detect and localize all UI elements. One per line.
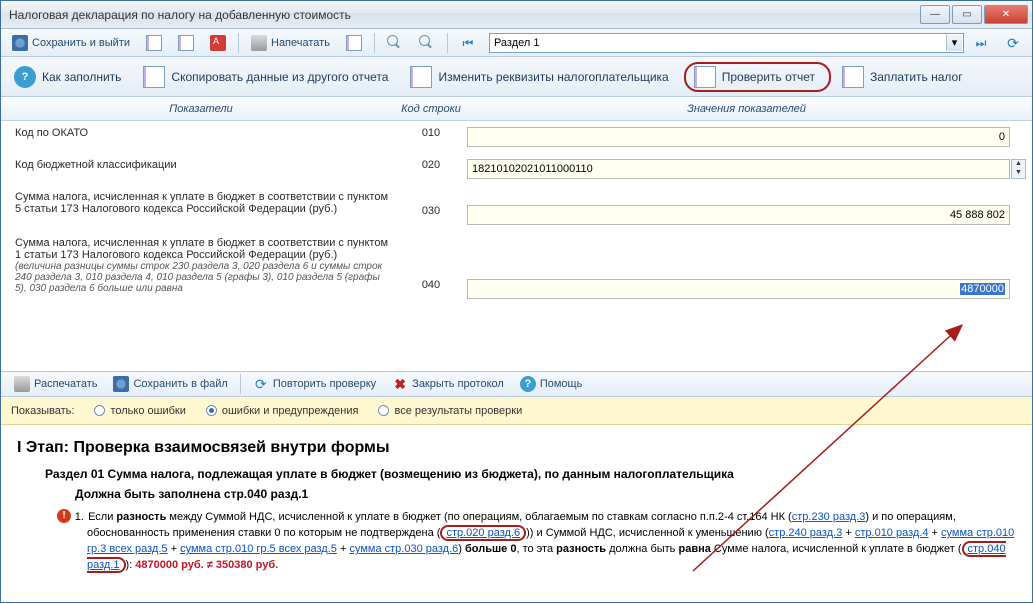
help-button[interactable]: ? Помощь	[513, 373, 590, 395]
value-input-020[interactable]: 18210102021011000110	[467, 159, 1010, 179]
copy-icon	[143, 66, 165, 88]
filter-label: Показывать:	[11, 405, 74, 417]
close-x-icon: ✖	[392, 376, 408, 392]
row-code: 010	[401, 127, 461, 147]
save-and-exit-button[interactable]: Сохранить и выйти	[5, 32, 137, 54]
row-code: 030	[401, 191, 461, 225]
indicator-label: Код бюджетной классификации	[1, 159, 401, 179]
error-item-1: ! Если разность между Суммой НДС, исчисл…	[87, 509, 1016, 573]
zoom-out-icon	[419, 35, 430, 46]
nav-first-icon: ⏮	[460, 35, 476, 51]
pay-tax-button[interactable]: Заплатить налог	[835, 62, 974, 92]
zoom-out-button[interactable]	[412, 32, 442, 54]
print-icon	[14, 376, 30, 392]
spinner[interactable]: ▲▼	[1011, 159, 1026, 179]
row-code: 020	[401, 159, 461, 179]
refresh-icon: ⟳	[1005, 35, 1021, 51]
grid-body[interactable]: Код по ОКАТО010 0 Код бюджетной классифика…	[1, 121, 1032, 371]
nav-last-button[interactable]: ⏭	[966, 32, 996, 54]
print-button[interactable]: Напечатать	[244, 32, 337, 54]
grid-header: Показатели Код строки Значения показател…	[1, 97, 1032, 121]
repeat-check-button[interactable]: ⟳ Повторить проверку	[246, 373, 383, 395]
tool-page1[interactable]	[139, 32, 169, 54]
tool-extra1[interactable]	[339, 32, 369, 54]
page-icon	[146, 35, 162, 51]
error-icon: !	[57, 509, 71, 523]
zoom-in-icon	[387, 35, 398, 46]
maximize-button[interactable]: ▭	[952, 5, 982, 24]
row-code: 040	[401, 237, 461, 299]
check-icon	[694, 66, 716, 88]
repeat-icon: ⟳	[253, 376, 269, 392]
nav-last-icon: ⏭	[973, 35, 989, 51]
indicator-label: Сумма налога, исчисленная к уплате в бюд…	[1, 237, 401, 299]
change-requisites-button[interactable]: Изменить реквизиты налогоплательщика	[403, 62, 679, 92]
close-protocol-button[interactable]: ✖ Закрыть протокол	[385, 373, 511, 395]
money-icon	[842, 66, 864, 88]
must-be-filled: Должна быть заполнена стр.040 разд.1	[75, 487, 1016, 501]
window-title: Налоговая декларация по налогу на добавл…	[5, 8, 918, 22]
help-icon: ?	[14, 66, 36, 88]
doc-icon	[346, 35, 362, 51]
radio-errors-warnings[interactable]: ошибки и предупреждения	[206, 405, 359, 417]
dropdown-arrow-icon: ▾	[946, 35, 962, 51]
link-ref[interactable]: стр.010 разд.4	[855, 527, 929, 539]
grid-row: Код бюджетной классификации020 1821010202…	[1, 153, 1032, 185]
help-q-icon: ?	[520, 376, 536, 392]
pdf-icon	[210, 35, 226, 51]
protocol-toolbar: Распечатать Сохранить в файл ⟳ Повторить…	[1, 371, 1032, 397]
save-to-file-button[interactable]: Сохранить в файл	[106, 373, 234, 395]
edit-icon	[410, 66, 432, 88]
radio-all-results[interactable]: все результаты проверки	[378, 405, 522, 417]
link-ref[interactable]: стр.230 разд.3	[792, 511, 866, 523]
section-selector[interactable]: Раздел 1 ▾	[489, 33, 964, 53]
stage-title: I Этап: Проверка взаимосвязей внутри фор…	[17, 439, 1016, 457]
indicator-label: Код по ОКАТО	[1, 127, 401, 147]
nav-first-button[interactable]: ⏮	[453, 32, 483, 54]
link-ref[interactable]: стр.020 разд.6	[440, 525, 526, 541]
link-ref[interactable]: сумма стр.010 гр.5 всех разд.5	[180, 543, 337, 555]
save-file-icon	[113, 376, 129, 392]
tool-pdf[interactable]	[203, 32, 233, 54]
page-copy-icon	[178, 35, 194, 51]
how-to-fill-button[interactable]: ? Как заполнить	[7, 62, 132, 92]
tool-page2[interactable]	[171, 32, 201, 54]
refresh-button[interactable]: ⟳	[998, 32, 1028, 54]
copy-from-report-button[interactable]: Скопировать данные из другого отчета	[136, 62, 399, 92]
grid-row: Код по ОКАТО010 0	[1, 121, 1032, 153]
grid-row: Сумма налога, исчисленная к уплате в бюд…	[1, 231, 1032, 305]
value-input-010[interactable]: 0	[467, 127, 1010, 147]
section-title: Раздел 01 Сумма налога, подлежащая уплат…	[45, 467, 1016, 481]
col-header-indicators: Показатели	[1, 103, 401, 115]
print-icon	[251, 35, 267, 51]
link-ref[interactable]: стр.240 разд.3	[769, 527, 843, 539]
zoom-in-button[interactable]	[380, 32, 410, 54]
value-input-040[interactable]: 4870000	[467, 279, 1010, 299]
link-ref[interactable]: сумма стр.030 разд.6	[349, 543, 458, 555]
indicator-label: Сумма налога, исчисленная к уплате в бюд…	[1, 191, 401, 225]
col-header-value: Значения показателей	[461, 103, 1032, 115]
main-toolbar: Сохранить и выйти Напечатать ⏮ Раздел 1 …	[1, 29, 1032, 57]
col-header-code: Код строки	[401, 103, 461, 115]
radio-only-errors[interactable]: только ошибки	[94, 405, 185, 417]
results-panel: I Этап: Проверка взаимосвязей внутри фор…	[1, 425, 1032, 595]
close-button[interactable]: ✕	[984, 5, 1028, 24]
grid-row: Сумма налога, исчисленная к уплате в бюд…	[1, 185, 1032, 231]
actions-toolbar: ? Как заполнить Скопировать данные из др…	[1, 57, 1032, 97]
print-protocol-button[interactable]: Распечатать	[7, 373, 104, 395]
filter-bar: Показывать: только ошибки ошибки и преду…	[1, 397, 1032, 425]
save-icon	[12, 35, 28, 51]
value-input-030[interactable]: 45 888 802	[467, 205, 1010, 225]
check-report-button[interactable]: Проверить отчет	[684, 62, 831, 92]
titlebar: Налоговая декларация по налогу на добавл…	[1, 1, 1032, 29]
minimize-button[interactable]: —	[920, 5, 950, 24]
